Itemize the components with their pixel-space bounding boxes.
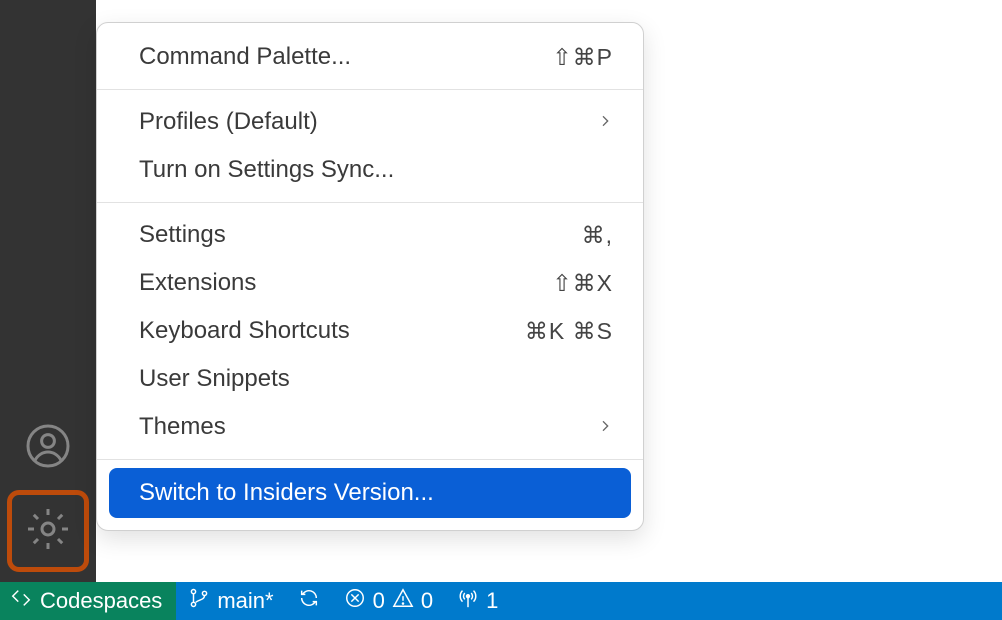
status-sync[interactable] xyxy=(286,582,332,620)
activity-bar xyxy=(0,0,96,582)
accounts-button[interactable] xyxy=(8,408,88,488)
status-warning-count: 0 xyxy=(421,588,433,614)
menu-item-settings[interactable]: Settings ⌘, xyxy=(97,211,643,259)
menu-shortcut: ⌘, xyxy=(582,222,613,249)
menu-separator xyxy=(97,89,643,90)
menu-shortcut: ⇧⌘P xyxy=(552,44,613,71)
manage-button-highlight xyxy=(7,490,89,572)
menu-shortcut: ⌘K ⌘S xyxy=(525,318,613,345)
gear-icon xyxy=(24,505,72,558)
menu-label: Settings xyxy=(139,221,582,249)
menu-label: Turn on Settings Sync... xyxy=(139,156,613,184)
manage-context-menu: Command Palette... ⇧⌘P Profiles (Default… xyxy=(96,22,644,531)
status-bar: Codespaces main* 0 0 xyxy=(0,582,1002,620)
status-branch[interactable]: main* xyxy=(176,582,285,620)
menu-label: Profiles (Default) xyxy=(139,108,597,136)
error-icon xyxy=(344,587,366,615)
status-error-count: 0 xyxy=(373,588,385,614)
menu-shortcut: ⇧⌘X xyxy=(552,270,613,297)
warning-icon xyxy=(392,587,414,615)
status-branch-name: main* xyxy=(217,588,273,614)
chevron-right-icon xyxy=(597,108,613,136)
menu-separator xyxy=(97,202,643,203)
menu-item-user-snippets[interactable]: User Snippets xyxy=(97,355,643,403)
git-branch-icon xyxy=(188,587,210,615)
menu-label: Extensions xyxy=(139,269,552,297)
sync-icon xyxy=(298,587,320,615)
radio-tower-icon xyxy=(457,587,479,615)
menu-label: Keyboard Shortcuts xyxy=(139,317,525,345)
menu-label: Switch to Insiders Version... xyxy=(139,479,613,507)
account-icon xyxy=(24,422,72,475)
status-problems[interactable]: 0 0 xyxy=(332,582,446,620)
menu-item-settings-sync[interactable]: Turn on Settings Sync... xyxy=(97,146,643,194)
remote-icon xyxy=(10,587,32,615)
status-ports[interactable]: 1 xyxy=(445,582,510,620)
menu-label: Command Palette... xyxy=(139,43,552,71)
status-remote-indicator[interactable]: Codespaces xyxy=(0,582,176,620)
menu-label: User Snippets xyxy=(139,365,613,393)
manage-button[interactable] xyxy=(12,495,84,567)
menu-label: Themes xyxy=(139,413,597,441)
menu-item-keyboard-shortcuts[interactable]: Keyboard Shortcuts ⌘K ⌘S xyxy=(97,307,643,355)
status-ports-count: 1 xyxy=(486,588,498,614)
menu-item-command-palette[interactable]: Command Palette... ⇧⌘P xyxy=(97,33,643,81)
chevron-right-icon xyxy=(597,413,613,441)
menu-item-extensions[interactable]: Extensions ⇧⌘X xyxy=(97,259,643,307)
menu-item-themes[interactable]: Themes xyxy=(97,403,643,451)
status-remote-label: Codespaces xyxy=(40,588,162,614)
menu-item-switch-insiders[interactable]: Switch to Insiders Version... xyxy=(109,468,631,518)
menu-item-profiles[interactable]: Profiles (Default) xyxy=(97,98,643,146)
menu-separator xyxy=(97,459,643,460)
